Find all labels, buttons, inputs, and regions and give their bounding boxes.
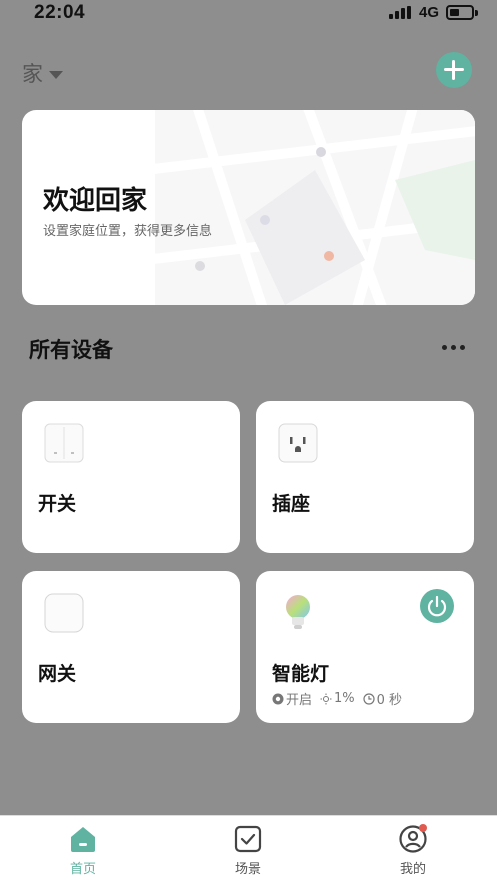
device-name: 网关 [38,663,77,685]
power-button[interactable] [420,589,454,623]
light-status-row: 开启 1% 0 秒 [272,689,402,708]
home-icon [71,827,95,852]
device-name: 插座 [272,493,311,515]
smart-bulb-icon [286,595,310,629]
clock-icon [363,692,375,705]
device-card-gateway[interactable]: 网关 [22,571,240,723]
welcome-subtitle: 设置家庭位置，获得更多信息 [43,224,213,239]
profile-icon [399,824,427,853]
timer: 0 秒 [363,689,402,708]
status-time: 22:04 [34,2,86,23]
welcome-card[interactable]: 欢迎回家 设置家庭位置，获得更多信息 [22,110,475,305]
caret-down-icon [49,70,63,79]
brightness-icon [320,693,332,704]
power-icon [427,595,447,617]
home-selector[interactable]: 家 [22,58,63,88]
device-card-smart-light[interactable]: 智能灯 开启 1% 0 秒 [256,571,474,723]
tab-label: 首页 [69,862,96,877]
map-illustration [155,110,475,305]
more-options-icon[interactable] [442,340,468,354]
tab-label: 我的 [399,862,426,877]
section-title: 所有设备 [29,338,113,362]
tab-scenes[interactable]: 场景 [208,824,288,877]
battery-icon [446,5,478,20]
bottom-tab-bar: 首页 场景 我的 [0,815,497,883]
power-state-text: 开启 [286,693,313,708]
timer-text: 0 秒 [376,693,403,708]
network-label: 4G [419,4,440,21]
power-state-icon [272,693,284,704]
power-state: 开启 [272,689,312,708]
device-card-socket[interactable]: 插座 [256,401,474,553]
gateway-icon [44,593,84,633]
device-name: 开关 [38,493,77,515]
home-name: 家 [22,62,43,86]
welcome-title: 欢迎回家 [43,186,148,216]
tab-label: 场景 [234,862,261,877]
tab-home[interactable]: 首页 [43,824,123,877]
signal-icon [389,6,411,19]
add-button[interactable] [436,52,472,88]
brightness-text: 1% [334,691,355,706]
scene-checkbox-icon [234,825,262,853]
tab-profile[interactable]: 我的 [373,824,453,877]
socket-icon [278,423,318,463]
wall-switch-icon [44,423,84,463]
device-card-switch[interactable]: 开关 [22,401,240,553]
notification-badge [419,824,427,832]
brightness: 1% [320,691,355,706]
device-name: 智能灯 [272,663,330,685]
status-bar: 22:04 4G [0,0,497,28]
